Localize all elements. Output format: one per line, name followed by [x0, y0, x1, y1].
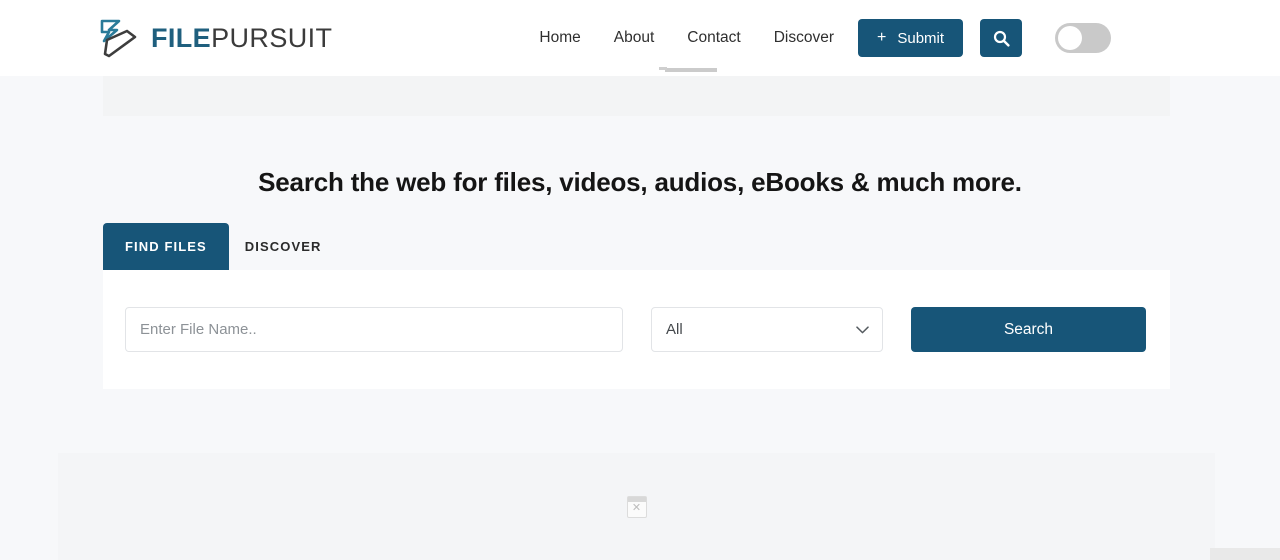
brand-text-secondary: PURSUIT [211, 22, 333, 53]
plus-icon: + [877, 29, 887, 46]
theme-toggle-switch[interactable] [1055, 23, 1112, 53]
submit-button-label: Submit [897, 29, 945, 47]
file-type-select[interactable]: All [651, 307, 883, 352]
tab-discover[interactable]: DISCOVER [229, 223, 338, 270]
nav-item-home[interactable]: Home [539, 29, 580, 47]
tab-find-files[interactable]: FIND FILES [103, 223, 229, 270]
brand-text-primary: FILE [151, 22, 212, 53]
broken-image-glyph: ✕ [631, 502, 642, 514]
site-header: FILEPURSUIT Home About Contact Discover … [0, 0, 1280, 76]
nav-item-about[interactable]: About [614, 29, 655, 47]
search-tabs: FIND FILES DISCOVER [103, 223, 1170, 270]
top-ad-slot [103, 76, 1170, 116]
main-navigation: Home About Contact Discover [539, 29, 834, 47]
search-icon [993, 30, 1010, 47]
nav-item-contact[interactable]: Contact [687, 29, 740, 47]
search-submit-button[interactable]: Search [911, 307, 1146, 352]
nav-item-discover[interactable]: Discover [774, 29, 834, 47]
broken-image-icon: ✕ [626, 495, 647, 518]
brand-text: FILEPURSUIT [151, 22, 333, 53]
bottom-ad-slot: ✕ [58, 453, 1215, 560]
brand-logo[interactable]: FILEPURSUIT [97, 17, 332, 59]
top-ad-remnant-bar [665, 68, 717, 72]
header-search-button[interactable] [980, 19, 1023, 57]
hero-section: Search the web for files, videos, audios… [0, 116, 1280, 198]
header-actions: + Submit [858, 19, 1112, 57]
scrollbar-edge[interactable] [1210, 548, 1280, 560]
file-type-select-wrapper: All [651, 307, 883, 352]
top-ad-remnant-dot [659, 67, 667, 70]
double-arrow-logo-icon [100, 19, 137, 58]
search-section: FIND FILES DISCOVER All Search [103, 223, 1170, 389]
submit-button[interactable]: + Submit [858, 19, 964, 57]
search-card: All Search [103, 270, 1170, 389]
toggle-knob-icon [1058, 26, 1083, 50]
page-title: Search the web for files, videos, audios… [258, 167, 1022, 197]
file-name-input[interactable] [125, 307, 623, 352]
